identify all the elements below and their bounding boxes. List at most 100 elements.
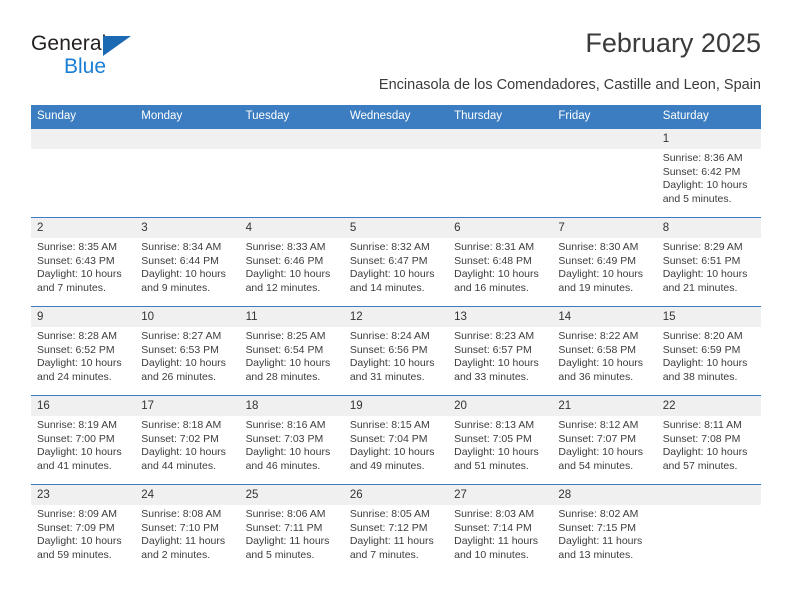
sunrise-text: Sunrise: 8:11 AM [662, 419, 742, 431]
day-cell[interactable]: Sunrise: 8:09 AM Sunset: 7:09 PM Dayligh… [31, 505, 135, 573]
day-cell[interactable]: Sunrise: 8:24 AM Sunset: 6:56 PM Dayligh… [344, 327, 448, 395]
sunrise-text: Sunrise: 8:31 AM [454, 241, 535, 253]
triangle-icon [103, 36, 131, 56]
daylight-text-line2: and 13 minutes. [558, 548, 634, 561]
sunset-text: Sunset: 6:48 PM [454, 254, 532, 267]
day-cell[interactable]: Sunrise: 8:34 AM Sunset: 6:44 PM Dayligh… [135, 238, 239, 306]
day-cell[interactable] [240, 149, 344, 217]
day-cell[interactable]: Sunrise: 8:30 AM Sunset: 6:49 PM Dayligh… [552, 238, 656, 306]
brand-name-blue: Blue [64, 55, 107, 78]
week-body-row: Sunrise: 8:28 AM Sunset: 6:52 PM Dayligh… [31, 327, 761, 395]
day-cell[interactable]: Sunrise: 8:02 AM Sunset: 7:15 PM Dayligh… [552, 505, 656, 573]
sunrise-text: Sunrise: 8:13 AM [454, 419, 535, 431]
week-daynum-band: 2 3 4 5 6 7 8 [31, 218, 761, 238]
day-cell[interactable] [344, 149, 448, 217]
day-cell[interactable]: Sunrise: 8:23 AM Sunset: 6:57 PM Dayligh… [448, 327, 552, 395]
day-number [448, 129, 552, 149]
day-cell[interactable]: Sunrise: 8:11 AM Sunset: 7:08 PM Dayligh… [657, 416, 761, 484]
daylight-text-line2: and 21 minutes. [662, 281, 738, 294]
daylight-text-line1: Daylight: 10 hours [37, 268, 122, 280]
sunset-text: Sunset: 7:09 PM [37, 521, 115, 534]
daylight-text-line2: and 41 minutes. [37, 459, 112, 472]
calendar-week-row: 9 10 11 12 13 14 15 Sunrise: 8:28 AM Sun… [31, 306, 761, 395]
day-cell[interactable]: Sunrise: 8:35 AM Sunset: 6:43 PM Dayligh… [31, 238, 135, 306]
day-cell[interactable]: Sunrise: 8:36 AM Sunset: 6:42 PM Dayligh… [657, 149, 761, 217]
sunrise-text: Sunrise: 8:32 AM [349, 241, 430, 253]
sunset-text: Sunset: 7:00 PM [37, 432, 115, 445]
day-cell[interactable]: Sunrise: 8:29 AM Sunset: 6:51 PM Dayligh… [657, 238, 761, 306]
day-cell[interactable]: Sunrise: 8:13 AM Sunset: 7:05 PM Dayligh… [448, 416, 552, 484]
sunset-text: Sunset: 6:54 PM [245, 343, 324, 356]
weekday-header-monday: Monday [141, 110, 183, 122]
day-cell[interactable]: Sunrise: 8:12 AM Sunset: 7:07 PM Dayligh… [552, 416, 656, 484]
sunset-text: Sunset: 6:44 PM [141, 254, 219, 267]
day-number [344, 129, 448, 149]
day-number [135, 129, 239, 149]
day-number: 14 [558, 311, 572, 323]
day-cell[interactable] [552, 149, 656, 217]
sunset-text: Sunset: 7:15 PM [558, 521, 637, 534]
day-cell[interactable]: Sunrise: 8:19 AM Sunset: 7:00 PM Dayligh… [31, 416, 135, 484]
weekday-header-sunday: Sunday [37, 110, 77, 122]
daylight-text-line2: and 51 minutes. [454, 459, 529, 472]
day-cell[interactable]: Sunrise: 8:03 AM Sunset: 7:14 PM Dayligh… [448, 505, 552, 573]
sunset-text: Sunset: 7:05 PM [454, 432, 532, 445]
day-cell[interactable]: Sunrise: 8:31 AM Sunset: 6:48 PM Dayligh… [448, 238, 552, 306]
sunrise-text: Sunrise: 8:08 AM [141, 508, 222, 520]
sunset-text: Sunset: 6:52 PM [37, 343, 115, 356]
daylight-text-line1: Daylight: 11 hours [349, 535, 434, 547]
day-cell[interactable] [31, 149, 135, 217]
day-cell[interactable]: Sunrise: 8:27 AM Sunset: 6:53 PM Dayligh… [135, 327, 239, 395]
daylight-text-line2: and 54 minutes. [558, 459, 634, 472]
daylight-text-line1: Daylight: 10 hours [558, 357, 644, 369]
calendar-week-row: 16 17 18 19 20 21 22 Sunrise: 8:19 AM Su… [31, 395, 761, 484]
sunrise-text: Sunrise: 8:02 AM [558, 508, 639, 520]
sunrise-text: Sunrise: 8:30 AM [558, 241, 639, 253]
day-number [240, 129, 344, 149]
daylight-text-line1: Daylight: 11 hours [454, 535, 538, 547]
weekday-header-tuesday: Tuesday [245, 110, 290, 122]
day-cell[interactable]: Sunrise: 8:18 AM Sunset: 7:02 PM Dayligh… [135, 416, 239, 484]
day-cell[interactable]: Sunrise: 8:06 AM Sunset: 7:11 PM Dayligh… [240, 505, 344, 573]
daylight-text-line1: Daylight: 10 hours [558, 268, 644, 280]
day-cell[interactable]: Sunrise: 8:08 AM Sunset: 7:10 PM Dayligh… [135, 505, 239, 573]
sunset-text: Sunset: 6:43 PM [37, 254, 115, 267]
sunset-text: Sunset: 7:07 PM [558, 432, 637, 445]
daylight-text-line1: Daylight: 10 hours [454, 268, 539, 280]
day-cell[interactable] [448, 149, 552, 217]
day-cell[interactable]: Sunrise: 8:16 AM Sunset: 7:03 PM Dayligh… [240, 416, 344, 484]
day-number: 13 [454, 311, 467, 323]
sunrise-text: Sunrise: 8:05 AM [349, 508, 430, 520]
daylight-text-line2: and 57 minutes. [662, 459, 738, 472]
weekday-header-friday: Friday [558, 110, 591, 122]
day-cell[interactable]: Sunrise: 8:05 AM Sunset: 7:12 PM Dayligh… [344, 505, 448, 573]
week-body-row: Sunrise: 8:36 AM Sunset: 6:42 PM Dayligh… [31, 149, 761, 217]
daylight-text-line1: Daylight: 10 hours [454, 357, 539, 369]
week-body-row: Sunrise: 8:09 AM Sunset: 7:09 PM Dayligh… [31, 505, 761, 573]
day-number: 4 [245, 222, 252, 234]
daylight-text-line2: and 14 minutes. [349, 281, 425, 294]
day-number: 12 [349, 311, 363, 323]
week-body-row: Sunrise: 8:35 AM Sunset: 6:43 PM Dayligh… [31, 238, 761, 306]
daylight-text-line2: and 36 minutes. [558, 370, 634, 383]
day-cell[interactable]: Sunrise: 8:28 AM Sunset: 6:52 PM Dayligh… [31, 327, 135, 395]
daylight-text-line1: Daylight: 10 hours [245, 357, 331, 369]
sunrise-text: Sunrise: 8:28 AM [37, 330, 117, 342]
day-cell[interactable]: Sunrise: 8:32 AM Sunset: 6:47 PM Dayligh… [344, 238, 448, 306]
daylight-text-line2: and 44 minutes. [141, 459, 216, 472]
day-cell[interactable]: Sunrise: 8:20 AM Sunset: 6:59 PM Dayligh… [657, 327, 761, 395]
day-cell[interactable]: Sunrise: 8:33 AM Sunset: 6:46 PM Dayligh… [240, 238, 344, 306]
sunrise-text: Sunrise: 8:35 AM [37, 241, 117, 253]
day-number: 9 [37, 311, 44, 323]
day-cell[interactable]: Sunrise: 8:25 AM Sunset: 6:54 PM Dayligh… [240, 327, 344, 395]
daylight-text-line1: Daylight: 10 hours [558, 446, 644, 458]
day-cell[interactable]: Sunrise: 8:15 AM Sunset: 7:04 PM Dayligh… [344, 416, 448, 484]
day-cell[interactable]: Sunrise: 8:22 AM Sunset: 6:58 PM Dayligh… [552, 327, 656, 395]
sunset-text: Sunset: 7:03 PM [245, 432, 324, 445]
brand-logo[interactable]: General Blue [31, 32, 181, 90]
day-number: 7 [558, 222, 565, 234]
sunrise-text: Sunrise: 8:06 AM [245, 508, 326, 520]
day-cell[interactable] [657, 505, 761, 573]
day-cell[interactable] [135, 149, 239, 217]
daylight-text-line1: Daylight: 10 hours [662, 268, 748, 280]
